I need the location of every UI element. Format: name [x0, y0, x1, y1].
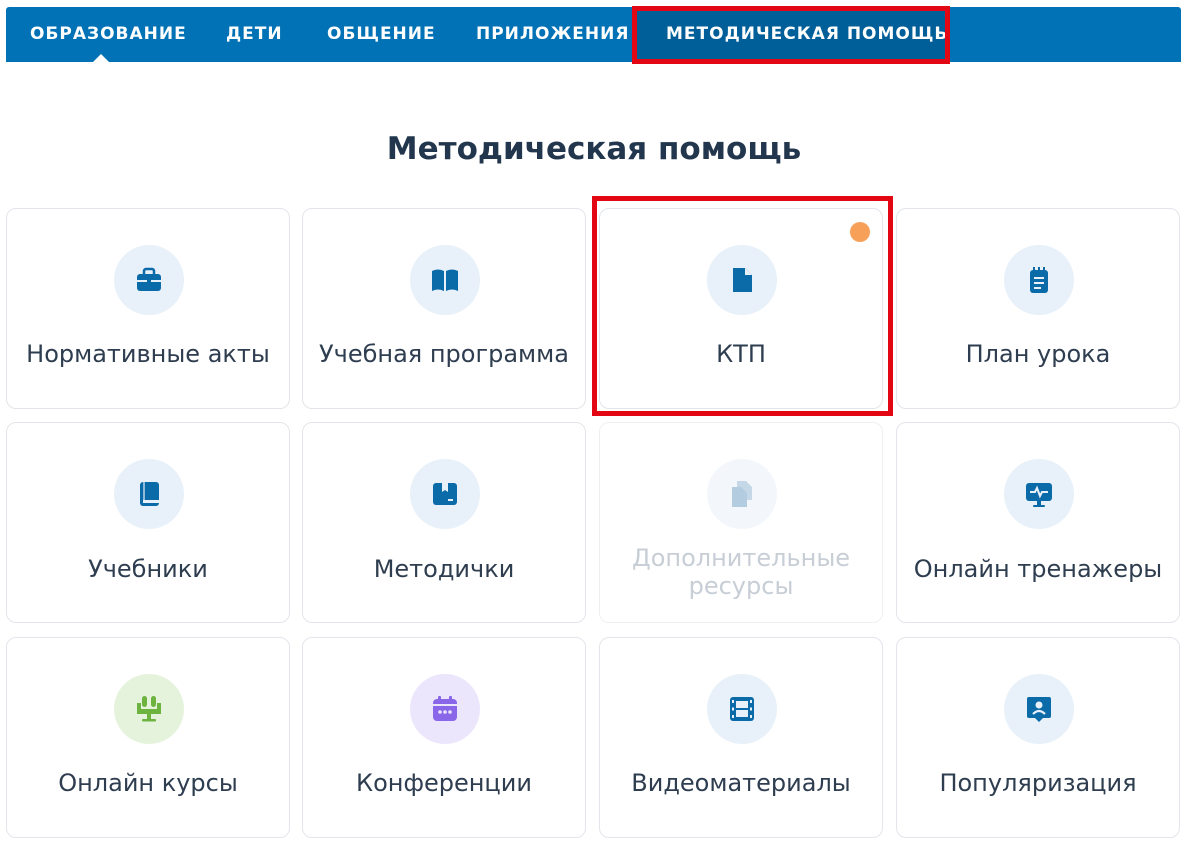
new-indicator-badge	[850, 222, 870, 242]
card-ktp[interactable]: КТП	[599, 208, 883, 409]
card-curriculum[interactable]: Учебная программа	[302, 208, 586, 409]
nav-item-children[interactable]: ДЕТИ	[226, 7, 283, 62]
card-popularization[interactable]: Популяризация	[896, 637, 1180, 838]
notepad-icon	[1004, 245, 1074, 315]
location-person-icon	[1004, 674, 1074, 744]
top-navigation: ОБРАЗОВАНИЕ ДЕТИ ОБЩЕНИЕ ПРИЛОЖЕНИЯ МЕТО…	[6, 7, 1181, 63]
book-icon	[114, 459, 184, 529]
card-label-line2: ресурсы	[688, 572, 794, 600]
monitor-pulse-icon	[1004, 459, 1074, 529]
card-lesson-plan[interactable]: План урока	[896, 208, 1180, 409]
card-label: Учебники	[88, 555, 208, 583]
card-additional-resources: Дополнительные ресурсы	[599, 422, 883, 623]
card-label: Методички	[373, 555, 515, 583]
card-label: Учебная программа	[319, 340, 569, 368]
card-label: Онлайн тренажеры	[913, 555, 1163, 583]
calendar-icon	[410, 674, 480, 744]
card-conferences[interactable]: Конференции	[302, 637, 586, 838]
card-label-line1: Дополнительные	[631, 544, 851, 572]
card-normative-acts[interactable]: Нормативные акты	[6, 208, 290, 409]
card-online-trainers[interactable]: Онлайн тренажеры	[896, 422, 1180, 623]
nav-item-methodical-help[interactable]: МЕТОДИЧЕСКАЯ ПОМОЩЬ	[666, 7, 948, 62]
copy-documents-icon	[707, 459, 777, 529]
nav-caret-icon	[92, 54, 110, 63]
card-label: КТП	[716, 340, 766, 368]
card-label: Конференции	[356, 769, 532, 797]
card-label: Видеоматериалы	[631, 769, 851, 797]
card-label: Популяризация	[939, 769, 1137, 797]
lectern-icon	[114, 674, 184, 744]
card-label: Онлайн курсы	[58, 769, 238, 797]
briefcase-icon	[114, 245, 184, 315]
page-title: Методическая помощь	[386, 131, 802, 167]
card-manuals[interactable]: Методички	[302, 422, 586, 623]
card-label: План урока	[965, 340, 1111, 368]
nav-item-communication[interactable]: ОБЩЕНИЕ	[327, 7, 436, 62]
document-icon	[707, 245, 777, 315]
box-icon	[410, 459, 480, 529]
film-icon	[707, 674, 777, 744]
open-book-icon	[410, 245, 480, 315]
nav-item-applications[interactable]: ПРИЛОЖЕНИЯ	[476, 7, 629, 62]
card-video-materials[interactable]: Видеоматериалы	[599, 637, 883, 838]
card-label: Нормативные акты	[26, 340, 270, 368]
card-online-courses[interactable]: Онлайн курсы	[6, 637, 290, 838]
card-textbooks[interactable]: Учебники	[6, 422, 290, 623]
